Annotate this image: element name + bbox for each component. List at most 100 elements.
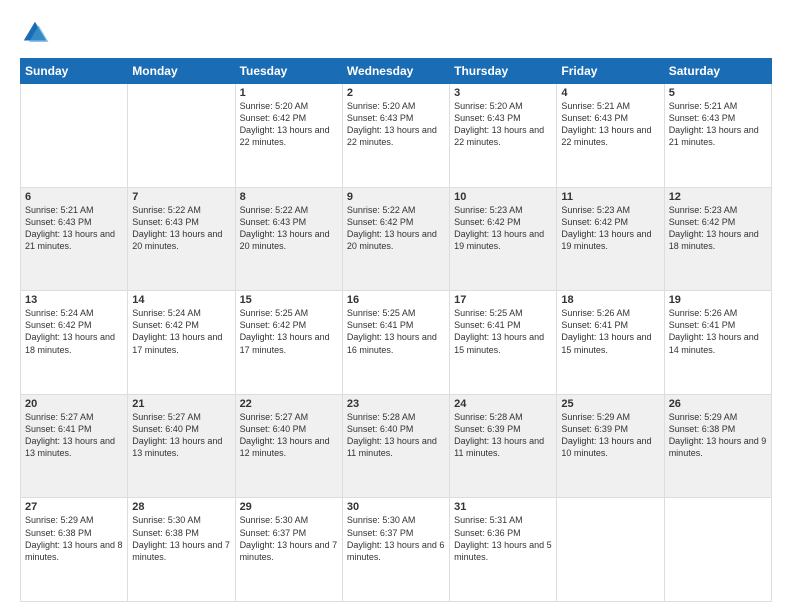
calendar-cell: 27Sunrise: 5:29 AM Sunset: 6:38 PM Dayli…: [21, 498, 128, 602]
day-number: 7: [132, 191, 230, 203]
calendar-table: SundayMondayTuesdayWednesdayThursdayFrid…: [20, 58, 772, 602]
calendar-cell: 1Sunrise: 5:20 AM Sunset: 6:42 PM Daylig…: [235, 84, 342, 188]
week-row-3: 13Sunrise: 5:24 AM Sunset: 6:42 PM Dayli…: [21, 291, 772, 395]
cell-info: Sunrise: 5:22 AM Sunset: 6:42 PM Dayligh…: [347, 204, 445, 253]
calendar-cell: [21, 84, 128, 188]
cell-info: Sunrise: 5:22 AM Sunset: 6:43 PM Dayligh…: [132, 204, 230, 253]
calendar-cell: 8Sunrise: 5:22 AM Sunset: 6:43 PM Daylig…: [235, 187, 342, 291]
day-number: 2: [347, 87, 445, 99]
cell-info: Sunrise: 5:23 AM Sunset: 6:42 PM Dayligh…: [454, 204, 552, 253]
day-number: 11: [561, 191, 659, 203]
cell-info: Sunrise: 5:24 AM Sunset: 6:42 PM Dayligh…: [25, 307, 123, 356]
cell-info: Sunrise: 5:29 AM Sunset: 6:39 PM Dayligh…: [561, 411, 659, 460]
weekday-header-monday: Monday: [128, 59, 235, 84]
weekday-header-wednesday: Wednesday: [342, 59, 449, 84]
cell-info: Sunrise: 5:24 AM Sunset: 6:42 PM Dayligh…: [132, 307, 230, 356]
page: SundayMondayTuesdayWednesdayThursdayFrid…: [0, 0, 792, 612]
weekday-header-sunday: Sunday: [21, 59, 128, 84]
cell-info: Sunrise: 5:30 AM Sunset: 6:37 PM Dayligh…: [240, 514, 338, 563]
calendar-cell: 25Sunrise: 5:29 AM Sunset: 6:39 PM Dayli…: [557, 394, 664, 498]
calendar-cell: 13Sunrise: 5:24 AM Sunset: 6:42 PM Dayli…: [21, 291, 128, 395]
day-number: 9: [347, 191, 445, 203]
calendar-cell: [128, 84, 235, 188]
week-row-4: 20Sunrise: 5:27 AM Sunset: 6:41 PM Dayli…: [21, 394, 772, 498]
week-row-1: 1Sunrise: 5:20 AM Sunset: 6:42 PM Daylig…: [21, 84, 772, 188]
calendar-cell: 19Sunrise: 5:26 AM Sunset: 6:41 PM Dayli…: [664, 291, 771, 395]
calendar-cell: 17Sunrise: 5:25 AM Sunset: 6:41 PM Dayli…: [450, 291, 557, 395]
day-number: 23: [347, 398, 445, 410]
day-number: 10: [454, 191, 552, 203]
day-number: 8: [240, 191, 338, 203]
cell-info: Sunrise: 5:20 AM Sunset: 6:42 PM Dayligh…: [240, 100, 338, 149]
day-number: 15: [240, 294, 338, 306]
calendar-cell: 21Sunrise: 5:27 AM Sunset: 6:40 PM Dayli…: [128, 394, 235, 498]
weekday-header-thursday: Thursday: [450, 59, 557, 84]
cell-info: Sunrise: 5:22 AM Sunset: 6:43 PM Dayligh…: [240, 204, 338, 253]
cell-info: Sunrise: 5:25 AM Sunset: 6:41 PM Dayligh…: [454, 307, 552, 356]
day-number: 29: [240, 501, 338, 513]
calendar-cell: 18Sunrise: 5:26 AM Sunset: 6:41 PM Dayli…: [557, 291, 664, 395]
day-number: 26: [669, 398, 767, 410]
day-number: 18: [561, 294, 659, 306]
calendar-cell: 26Sunrise: 5:29 AM Sunset: 6:38 PM Dayli…: [664, 394, 771, 498]
cell-info: Sunrise: 5:29 AM Sunset: 6:38 PM Dayligh…: [669, 411, 767, 460]
cell-info: Sunrise: 5:26 AM Sunset: 6:41 PM Dayligh…: [669, 307, 767, 356]
logo-icon: [20, 18, 50, 48]
day-number: 25: [561, 398, 659, 410]
calendar-cell: 14Sunrise: 5:24 AM Sunset: 6:42 PM Dayli…: [128, 291, 235, 395]
calendar-cell: 31Sunrise: 5:31 AM Sunset: 6:36 PM Dayli…: [450, 498, 557, 602]
calendar-cell: 12Sunrise: 5:23 AM Sunset: 6:42 PM Dayli…: [664, 187, 771, 291]
calendar-cell: 15Sunrise: 5:25 AM Sunset: 6:42 PM Dayli…: [235, 291, 342, 395]
calendar-cell: [664, 498, 771, 602]
cell-info: Sunrise: 5:23 AM Sunset: 6:42 PM Dayligh…: [669, 204, 767, 253]
day-number: 17: [454, 294, 552, 306]
day-number: 19: [669, 294, 767, 306]
day-number: 6: [25, 191, 123, 203]
cell-info: Sunrise: 5:29 AM Sunset: 6:38 PM Dayligh…: [25, 514, 123, 563]
calendar-cell: 28Sunrise: 5:30 AM Sunset: 6:38 PM Dayli…: [128, 498, 235, 602]
day-number: 3: [454, 87, 552, 99]
cell-info: Sunrise: 5:30 AM Sunset: 6:38 PM Dayligh…: [132, 514, 230, 563]
calendar-cell: 24Sunrise: 5:28 AM Sunset: 6:39 PM Dayli…: [450, 394, 557, 498]
cell-info: Sunrise: 5:20 AM Sunset: 6:43 PM Dayligh…: [454, 100, 552, 149]
cell-info: Sunrise: 5:25 AM Sunset: 6:41 PM Dayligh…: [347, 307, 445, 356]
cell-info: Sunrise: 5:28 AM Sunset: 6:39 PM Dayligh…: [454, 411, 552, 460]
day-number: 30: [347, 501, 445, 513]
calendar-cell: 20Sunrise: 5:27 AM Sunset: 6:41 PM Dayli…: [21, 394, 128, 498]
calendar-cell: 11Sunrise: 5:23 AM Sunset: 6:42 PM Dayli…: [557, 187, 664, 291]
calendar-cell: 3Sunrise: 5:20 AM Sunset: 6:43 PM Daylig…: [450, 84, 557, 188]
cell-info: Sunrise: 5:27 AM Sunset: 6:40 PM Dayligh…: [240, 411, 338, 460]
weekday-header-tuesday: Tuesday: [235, 59, 342, 84]
cell-info: Sunrise: 5:20 AM Sunset: 6:43 PM Dayligh…: [347, 100, 445, 149]
cell-info: Sunrise: 5:27 AM Sunset: 6:40 PM Dayligh…: [132, 411, 230, 460]
cell-info: Sunrise: 5:21 AM Sunset: 6:43 PM Dayligh…: [25, 204, 123, 253]
day-number: 22: [240, 398, 338, 410]
cell-info: Sunrise: 5:21 AM Sunset: 6:43 PM Dayligh…: [669, 100, 767, 149]
weekday-header-row: SundayMondayTuesdayWednesdayThursdayFrid…: [21, 59, 772, 84]
day-number: 14: [132, 294, 230, 306]
calendar-cell: 9Sunrise: 5:22 AM Sunset: 6:42 PM Daylig…: [342, 187, 449, 291]
cell-info: Sunrise: 5:27 AM Sunset: 6:41 PM Dayligh…: [25, 411, 123, 460]
cell-info: Sunrise: 5:30 AM Sunset: 6:37 PM Dayligh…: [347, 514, 445, 563]
day-number: 21: [132, 398, 230, 410]
weekday-header-friday: Friday: [557, 59, 664, 84]
calendar-cell: 23Sunrise: 5:28 AM Sunset: 6:40 PM Dayli…: [342, 394, 449, 498]
day-number: 27: [25, 501, 123, 513]
day-number: 5: [669, 87, 767, 99]
calendar-cell: 22Sunrise: 5:27 AM Sunset: 6:40 PM Dayli…: [235, 394, 342, 498]
cell-info: Sunrise: 5:23 AM Sunset: 6:42 PM Dayligh…: [561, 204, 659, 253]
calendar-cell: 30Sunrise: 5:30 AM Sunset: 6:37 PM Dayli…: [342, 498, 449, 602]
calendar-cell: 7Sunrise: 5:22 AM Sunset: 6:43 PM Daylig…: [128, 187, 235, 291]
cell-info: Sunrise: 5:28 AM Sunset: 6:40 PM Dayligh…: [347, 411, 445, 460]
day-number: 24: [454, 398, 552, 410]
header: [20, 18, 772, 48]
day-number: 28: [132, 501, 230, 513]
day-number: 16: [347, 294, 445, 306]
calendar-cell: 10Sunrise: 5:23 AM Sunset: 6:42 PM Dayli…: [450, 187, 557, 291]
cell-info: Sunrise: 5:26 AM Sunset: 6:41 PM Dayligh…: [561, 307, 659, 356]
day-number: 12: [669, 191, 767, 203]
logo: [20, 18, 52, 48]
calendar-cell: [557, 498, 664, 602]
cell-info: Sunrise: 5:25 AM Sunset: 6:42 PM Dayligh…: [240, 307, 338, 356]
week-row-5: 27Sunrise: 5:29 AM Sunset: 6:38 PM Dayli…: [21, 498, 772, 602]
